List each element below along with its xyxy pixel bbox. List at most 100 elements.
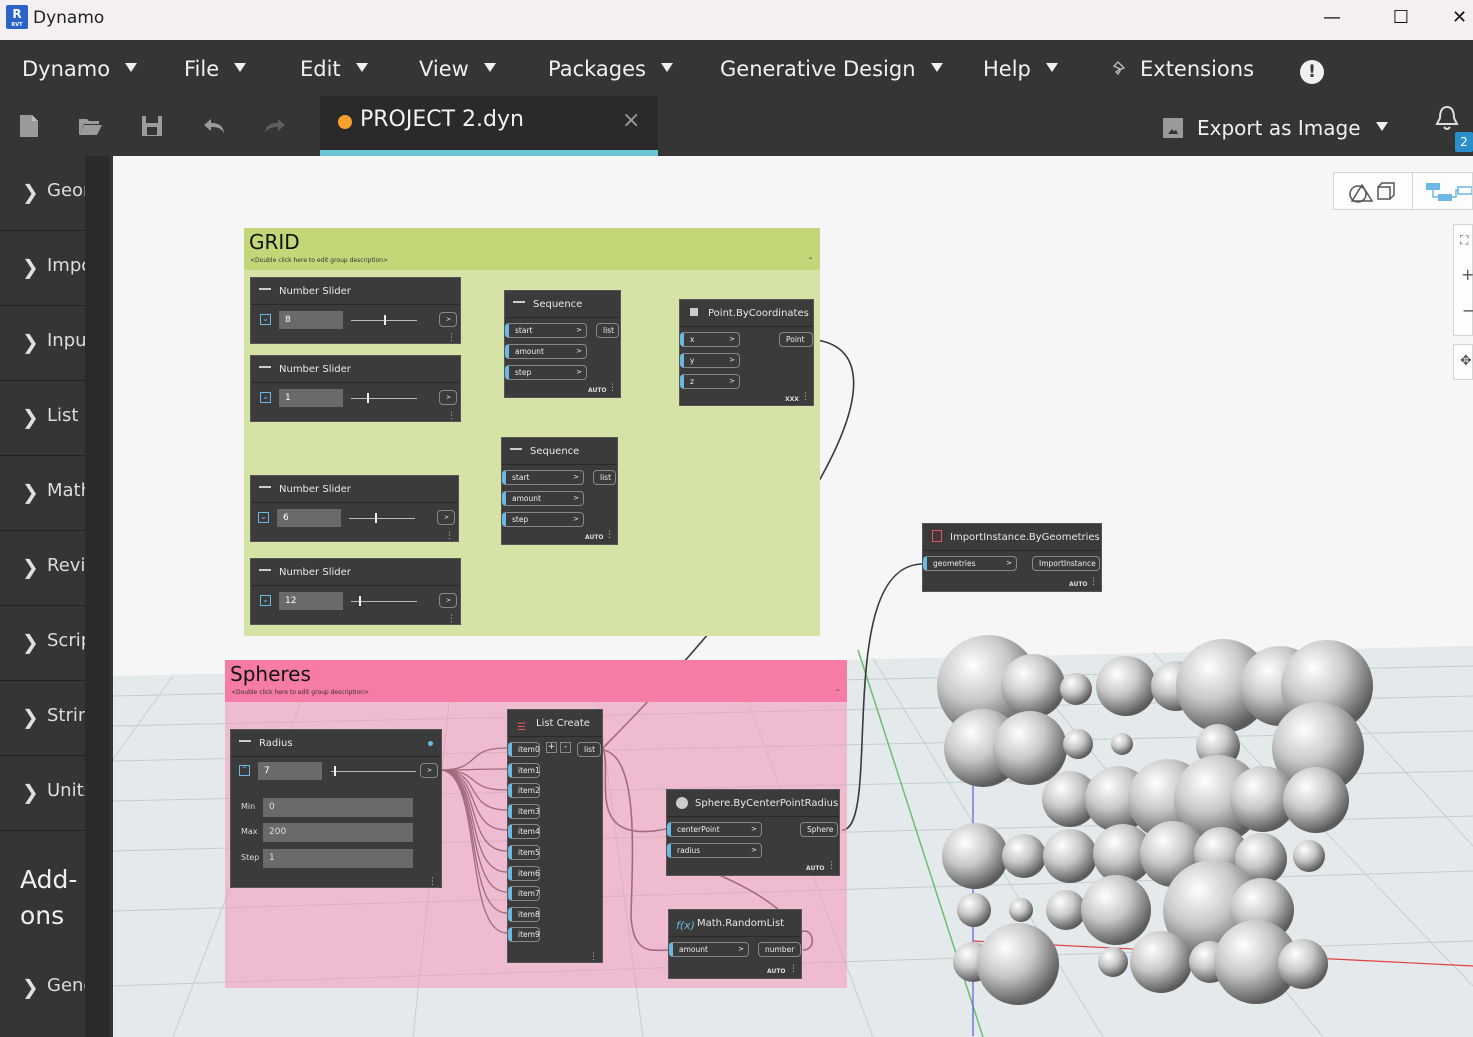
input-port-item6[interactable]: item6 — [508, 866, 540, 881]
lacing-label[interactable]: AUTO — [806, 865, 825, 872]
number-slider-node[interactable]: Number Slider ⌄ 1 > ⋮ — [250, 355, 461, 422]
node-menu-icon[interactable]: ⋮ — [447, 411, 456, 421]
collapse-toggle-icon[interactable]: ⌃ — [239, 765, 250, 776]
input-port-start[interactable]: start > — [505, 323, 587, 338]
minimize-button[interactable]: — — [1309, 0, 1355, 36]
menu-file[interactable]: File — [184, 57, 247, 81]
slider-value-input[interactable]: 12 — [279, 592, 343, 610]
library-scrollbar[interactable] — [85, 156, 109, 1037]
list-create-node[interactable]: ☰ List Create item0 + - list item1 item2 … — [507, 709, 603, 963]
library-item-geometry[interactable]: ❯Geometry — [0, 156, 85, 231]
lacing-label[interactable]: AUTO — [767, 968, 786, 975]
lacing-label[interactable]: XXX — [785, 396, 799, 403]
menu-view[interactable]: View — [419, 57, 496, 81]
menu-edit[interactable]: Edit — [300, 57, 368, 81]
output-port-list[interactable]: list — [596, 323, 619, 338]
input-port-y[interactable]: y > — [680, 353, 740, 368]
save-icon[interactable] — [139, 113, 165, 139]
library-item-import[interactable]: ❯Import — [0, 231, 85, 306]
input-port-item3[interactable]: item3 — [508, 804, 540, 819]
node-menu-icon[interactable]: ⋮ — [789, 964, 798, 974]
node-menu-icon[interactable]: ⋮ — [608, 383, 617, 393]
slider-track[interactable] — [331, 771, 416, 772]
group-description[interactable]: <Double click here to edit group descrip… — [250, 257, 388, 264]
slider-thumb[interactable] — [359, 596, 361, 606]
tab-project-2[interactable]: PROJECT 2.dyn × — [320, 96, 658, 156]
step-field[interactable]: 1 — [263, 849, 413, 868]
library-item-units[interactable]: ❯Units — [0, 756, 85, 831]
input-port-x[interactable]: x > — [680, 332, 740, 347]
output-port-importinstance[interactable]: ImportInstance — [1032, 556, 1100, 571]
input-port-geometries[interactable]: geometries > — [923, 556, 1017, 571]
export-as-image-button[interactable]: Export as Image — [1163, 116, 1388, 144]
menu-generative-design[interactable]: Generative Design — [720, 57, 943, 81]
lacing-label[interactable]: AUTO — [588, 387, 607, 394]
node-menu-icon[interactable]: ⋮ — [801, 392, 810, 402]
node-menu-icon[interactable]: ⋮ — [1089, 577, 1098, 587]
redo-icon[interactable] — [262, 113, 288, 139]
group-title[interactable]: GRID — [249, 230, 300, 254]
input-port-item7[interactable]: item7 — [508, 886, 540, 901]
new-file-icon[interactable] — [16, 113, 42, 139]
menu-help[interactable]: Help — [983, 57, 1058, 81]
number-slider-node[interactable]: Number Slider ⌄ 8 > ⋮ — [250, 277, 461, 344]
graph-canvas[interactable]: ⛶ + − ✥ GRID <Double click here to edit … — [113, 156, 1473, 1037]
input-port-item5[interactable]: item5 — [508, 845, 540, 860]
remove-input-button[interactable]: - — [560, 742, 571, 753]
expand-toggle-icon[interactable]: ⌄ — [260, 314, 271, 325]
slider-thumb[interactable] — [334, 766, 336, 776]
input-port-item4[interactable]: item4 — [508, 824, 540, 839]
slider-track[interactable] — [349, 518, 415, 519]
output-port-list[interactable]: list — [593, 470, 616, 485]
output-port[interactable]: > — [439, 312, 457, 327]
library-item-revit[interactable]: ❯Revit — [0, 531, 85, 606]
expand-toggle-icon[interactable]: ⌄ — [260, 595, 271, 606]
output-port-list[interactable]: list — [577, 742, 601, 757]
group-description[interactable]: <Double click here to edit group descrip… — [231, 689, 369, 696]
output-port-number[interactable]: number — [758, 942, 801, 957]
input-port-item8[interactable]: item8 — [508, 907, 540, 922]
number-slider-node[interactable]: Number Slider ⌄ 12 > ⋮ — [250, 558, 461, 625]
sequence-node[interactable]: Sequence start > amount > step > list AUTO … — [501, 437, 618, 545]
group-title[interactable]: Spheres — [230, 662, 311, 686]
output-port[interactable]: > — [439, 593, 457, 608]
lacing-label[interactable]: AUTO — [585, 534, 604, 541]
point-by-coordinates-node[interactable]: Point.ByCoordinates x > y > z > Point XXX ⋮ — [679, 299, 814, 406]
input-port-centerpoint[interactable]: centerPoint > — [667, 822, 762, 837]
slider-value-input[interactable]: 6 — [277, 509, 341, 527]
expand-toggle-icon[interactable]: ⌄ — [258, 512, 269, 523]
input-port-item0[interactable]: item0 — [508, 742, 540, 757]
node-menu-icon[interactable]: ⋮ — [447, 614, 456, 624]
input-port-item1[interactable]: item1 — [508, 763, 540, 778]
slider-thumb[interactable] — [384, 315, 386, 325]
slider-value-input[interactable]: 7 — [258, 762, 322, 780]
output-port-sphere[interactable]: Sphere — [800, 822, 838, 837]
slider-thumb[interactable] — [375, 513, 377, 523]
output-port[interactable]: > — [420, 763, 438, 778]
slider-value-input[interactable]: 8 — [279, 311, 343, 329]
input-port-start[interactable]: start > — [502, 470, 584, 485]
library-item-input[interactable]: ❯Input — [0, 306, 85, 381]
node-menu-icon[interactable]: ⋮ — [589, 952, 598, 962]
radius-slider-node[interactable]: Radius ⌃ 7 > Min 0 Max 200 Step 1 ⋮ — [230, 729, 442, 888]
input-port-step[interactable]: step > — [502, 512, 584, 527]
library-item-generative-design[interactable]: ❯Generative Design — [0, 951, 85, 1026]
menu-extensions[interactable]: Extensions — [1112, 57, 1254, 81]
menu-dynamo[interactable]: Dynamo — [22, 57, 138, 81]
input-port-amount[interactable]: amount > — [505, 344, 587, 359]
slider-value-input[interactable]: 1 — [279, 389, 343, 407]
maximize-button[interactable]: ☐ — [1378, 0, 1424, 36]
input-port-item2[interactable]: item2 — [508, 783, 540, 798]
sequence-node[interactable]: Sequence start > amount > step > list AUTO … — [504, 290, 621, 398]
input-port-z[interactable]: z > — [680, 374, 740, 389]
math-random-list-node[interactable]: f(x) Math.RandomList amount > number AUTO … — [668, 909, 802, 979]
sphere-by-center-point-radius-node[interactable]: Sphere.ByCenterPointRadius centerPoint > … — [666, 789, 840, 876]
import-instance-node[interactable]: ImportInstance.ByGeometries geometries > … — [922, 523, 1102, 592]
expand-toggle-icon[interactable]: ⌄ — [260, 392, 271, 403]
input-port-step[interactable]: step > — [505, 365, 587, 380]
input-port-item9[interactable]: item9 — [508, 927, 540, 942]
undo-icon[interactable] — [201, 113, 227, 139]
slider-track[interactable] — [351, 398, 417, 399]
library-item-script[interactable]: ❯Script — [0, 606, 85, 681]
close-button[interactable]: ✕ — [1446, 0, 1473, 36]
